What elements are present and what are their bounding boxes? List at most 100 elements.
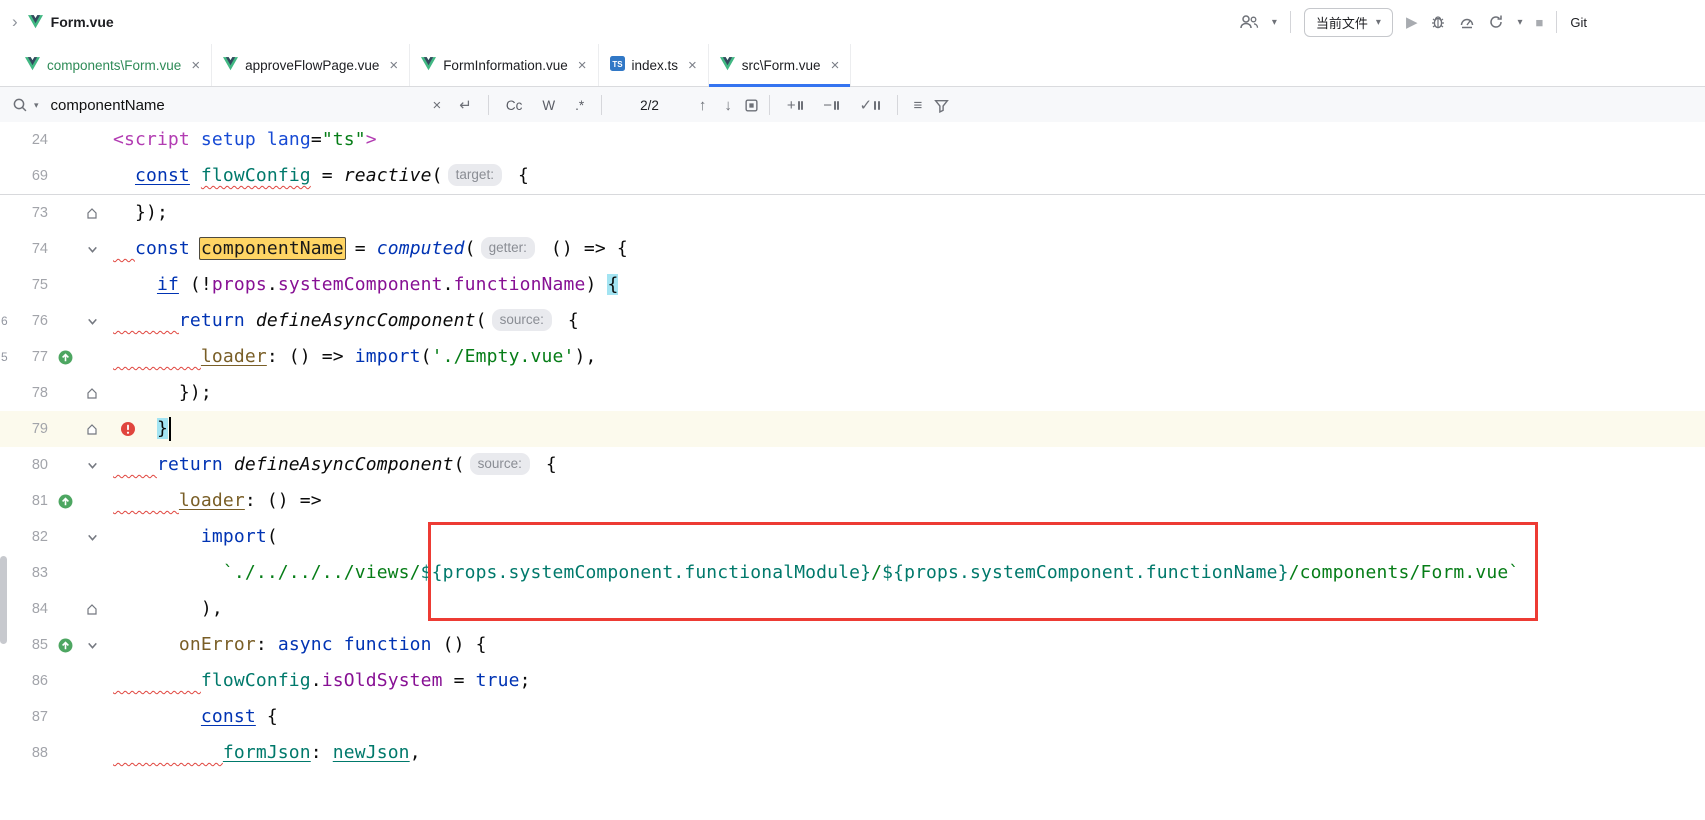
multiline-search-icon[interactable]: ↵: [453, 98, 478, 113]
code-token: ${props.systemComponent.functionalModule…: [421, 562, 871, 583]
close-tab-icon[interactable]: ×: [688, 58, 697, 73]
code-text[interactable]: const flowConfig = reactive(target: {: [113, 158, 1705, 194]
code-token: [333, 634, 344, 655]
debug-icon[interactable]: [1430, 14, 1446, 30]
usage-marker-icon[interactable]: [50, 350, 80, 365]
line-number[interactable]: 81: [0, 493, 48, 509]
code-text[interactable]: const {: [113, 699, 1705, 735]
fold-region-icon[interactable]: [80, 639, 104, 652]
line-number[interactable]: 69: [0, 168, 48, 184]
next-match-icon[interactable]: ↓: [718, 98, 738, 113]
profiler-icon[interactable]: [1459, 14, 1475, 30]
code-text[interactable]: const componentName = computed(getter: (…: [113, 231, 1705, 267]
vue-file-icon: [25, 57, 40, 74]
previous-match-icon[interactable]: ↑: [693, 98, 713, 113]
line-number[interactable]: 78: [0, 385, 48, 401]
filter-results-icon[interactable]: [934, 98, 949, 113]
find-input[interactable]: [49, 96, 421, 115]
run-config-selector[interactable]: 当前文件 ▾: [1304, 8, 1393, 37]
fold-end-icon[interactable]: [80, 387, 104, 400]
code-text[interactable]: return defineAsyncComponent(source: {: [113, 447, 1705, 483]
line-number[interactable]: 24: [0, 132, 48, 148]
left-edge-scrollbar[interactable]: [0, 556, 7, 644]
code-text[interactable]: }: [113, 411, 1705, 447]
code-text[interactable]: if (!props.systemComponent.functionName)…: [113, 267, 1705, 303]
code-token: :: [311, 742, 333, 763]
fold-region-icon[interactable]: [80, 459, 104, 472]
code-editor[interactable]: 24 <script setup lang="ts"> 69 const flowC…: [0, 122, 1705, 820]
remove-occurrence-icon[interactable]: −: [816, 97, 846, 114]
tab-components-form-vue[interactable]: components\Form.vue×: [14, 44, 212, 86]
code-text[interactable]: return defineAsyncComponent(source: {: [113, 303, 1705, 339]
code-text[interactable]: loader: () => import('./Empty.vue'),: [113, 339, 1705, 375]
stop-icon[interactable]: ■: [1536, 15, 1544, 30]
line-number[interactable]: 80: [0, 457, 48, 473]
close-tab-icon[interactable]: ×: [191, 58, 200, 73]
line-number[interactable]: 75: [0, 277, 48, 293]
code-text[interactable]: });: [113, 375, 1705, 411]
code-token: .: [443, 274, 454, 295]
code-token: :: [256, 634, 278, 655]
code-text[interactable]: formJson: newJson,: [113, 735, 1705, 771]
indent-warning-squiggle: [113, 670, 201, 691]
fold-region-icon[interactable]: [80, 531, 104, 544]
close-tab-icon[interactable]: ×: [578, 58, 587, 73]
fold-end-icon[interactable]: [80, 603, 104, 616]
whole-words-toggle[interactable]: W: [535, 96, 562, 115]
tab-forminformation-vue[interactable]: FormInformation.vue×: [410, 44, 598, 86]
gutter: 75: [0, 267, 113, 303]
fold-region-icon[interactable]: [80, 243, 104, 256]
git-menu[interactable]: Git: [1570, 15, 1587, 30]
tab-approveflowpage-vue[interactable]: approveFlowPage.vue×: [212, 44, 410, 86]
code-text[interactable]: `./../../../views/${props.systemComponen…: [113, 555, 1705, 591]
close-tab-icon[interactable]: ×: [389, 58, 398, 73]
fold-end-icon[interactable]: [80, 423, 104, 436]
line-number[interactable]: 84: [0, 601, 48, 617]
main-menu-chevron-icon[interactable]: ›: [10, 12, 20, 32]
code-text[interactable]: <script setup lang="ts">: [113, 122, 1705, 158]
code-text[interactable]: import(: [113, 519, 1705, 555]
line-number[interactable]: 79: [0, 421, 48, 437]
usage-marker-icon[interactable]: [50, 494, 80, 509]
code-token: formJson: [223, 742, 311, 763]
filter-lines-icon[interactable]: ≡: [908, 98, 929, 113]
code-text[interactable]: });: [113, 195, 1705, 231]
code-token: return: [157, 454, 223, 475]
fold-region-icon[interactable]: [80, 315, 104, 328]
regex-toggle[interactable]: .*: [568, 96, 591, 115]
code-line-83: 83 `./../../../views/${props.systemCompo…: [0, 555, 1705, 591]
tab-label: index.ts: [632, 58, 679, 73]
collaboration-icon[interactable]: [1239, 14, 1259, 30]
line-number[interactable]: 82: [0, 529, 48, 545]
line-number[interactable]: 87: [0, 709, 48, 725]
line-number[interactable]: 86: [0, 673, 48, 689]
gutter: 83: [0, 555, 113, 591]
code-token: =: [311, 165, 344, 186]
tab-src-form-vue[interactable]: src\Form.vue×: [709, 44, 852, 86]
gutter: 84: [0, 591, 113, 627]
tab-index-ts[interactable]: TSindex.ts×: [599, 44, 709, 86]
line-number[interactable]: 83: [0, 565, 48, 581]
vue-logo-icon: [28, 15, 43, 29]
line-number[interactable]: 85: [0, 637, 48, 653]
code-text[interactable]: flowConfig.isOldSystem = true;: [113, 663, 1705, 699]
code-text[interactable]: onError: async function () {: [113, 627, 1705, 663]
code-text[interactable]: ),: [113, 591, 1705, 627]
search-history-chevron-icon[interactable]: ▾: [34, 100, 39, 111]
select-all-matches-icon[interactable]: [744, 98, 759, 113]
code-text[interactable]: loader: () =>: [113, 483, 1705, 519]
line-number[interactable]: 74: [0, 241, 48, 257]
run-icon[interactable]: ▶: [1406, 13, 1418, 31]
rerun-icon[interactable]: [1488, 14, 1504, 30]
fold-end-icon[interactable]: [80, 207, 104, 220]
usage-marker-icon[interactable]: [50, 638, 80, 653]
code-token: () => {: [540, 238, 628, 259]
match-case-toggle[interactable]: Cc: [499, 96, 530, 115]
close-tab-icon[interactable]: ×: [831, 58, 840, 73]
line-number[interactable]: 73: [0, 205, 48, 221]
line-number[interactable]: 88: [0, 745, 48, 761]
add-occurrence-icon[interactable]: +: [780, 97, 810, 114]
select-occurrences-icon[interactable]: ✓: [852, 96, 886, 114]
clear-search-icon[interactable]: ×: [427, 98, 448, 113]
code-token: flowConfig: [201, 670, 311, 691]
